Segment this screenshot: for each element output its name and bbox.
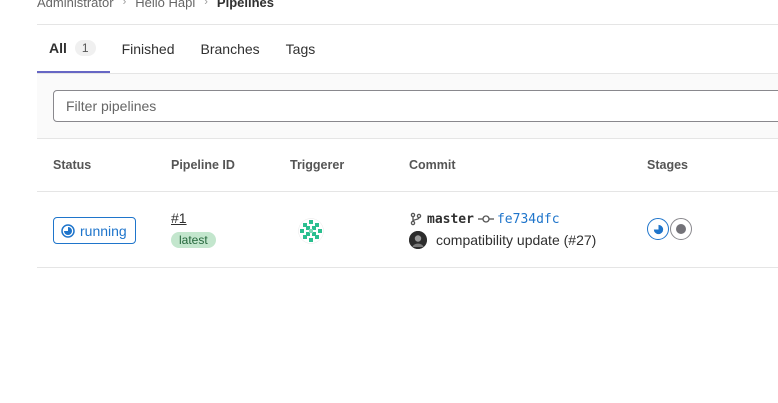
breadcrumb-item-pipelines[interactable]: Pipelines [217, 0, 274, 10]
branch-icon [410, 212, 422, 226]
commit-icon [477, 215, 494, 223]
column-header-commit: Commit [409, 158, 456, 172]
breadcrumb: Administrator › Hello Hapi › Pipelines [37, 0, 274, 10]
table-header: Status Pipeline ID Triggerer Commit Stag… [37, 139, 778, 192]
pipeline-id-link[interactable]: #1 [171, 210, 187, 226]
tab-finished-label: Finished [121, 41, 175, 57]
table-row: running #1 latest master fe734dfc compat… [37, 192, 778, 268]
status-running-icon [653, 224, 663, 234]
breadcrumb-item-administrator[interactable]: Administrator [37, 0, 114, 10]
column-header-status: Status [53, 158, 92, 172]
tab-tags[interactable]: Tags [274, 25, 330, 73]
tab-all-label: All [49, 40, 67, 56]
status-pending-icon [676, 224, 686, 234]
pipeline-tabs: All 1 Finished Branches Tags [37, 25, 778, 73]
commit-sha-link[interactable]: fe734dfc [497, 212, 560, 227]
breadcrumb-item-project[interactable]: Hello Hapi [135, 0, 195, 10]
filter-bar [37, 73, 778, 139]
tab-tags-label: Tags [285, 41, 316, 57]
commit-title-link[interactable]: compatibility update (#27) [436, 232, 596, 248]
column-header-stages: Stages [647, 158, 688, 172]
chevron-right-icon: › [204, 0, 208, 8]
stage-pending-button[interactable] [670, 218, 692, 240]
tab-branches-label: Branches [200, 41, 260, 57]
column-header-triggerer: Triggerer [290, 158, 345, 172]
commit-info: compatibility update (#27) [409, 231, 596, 249]
column-header-pipeline-id: Pipeline ID [171, 158, 235, 172]
status-running-icon [61, 223, 75, 238]
status-badge[interactable]: running [53, 217, 136, 244]
filter-pipelines-input[interactable] [53, 90, 778, 122]
tab-branches[interactable]: Branches [189, 25, 274, 73]
branch-link[interactable]: master [427, 212, 474, 227]
author-avatar[interactable] [409, 231, 427, 249]
commit-ref: master fe734dfc [409, 210, 560, 228]
tab-all[interactable]: All 1 [37, 25, 110, 73]
status-label: running [80, 222, 127, 239]
tab-all-count-badge: 1 [74, 40, 96, 56]
tab-finished[interactable]: Finished [110, 25, 189, 73]
pipeline-stages [647, 218, 693, 240]
chevron-right-icon: › [122, 0, 127, 8]
stage-running-button[interactable] [647, 218, 669, 240]
triggerer-avatar[interactable] [298, 218, 324, 244]
latest-badge: latest [171, 232, 216, 248]
